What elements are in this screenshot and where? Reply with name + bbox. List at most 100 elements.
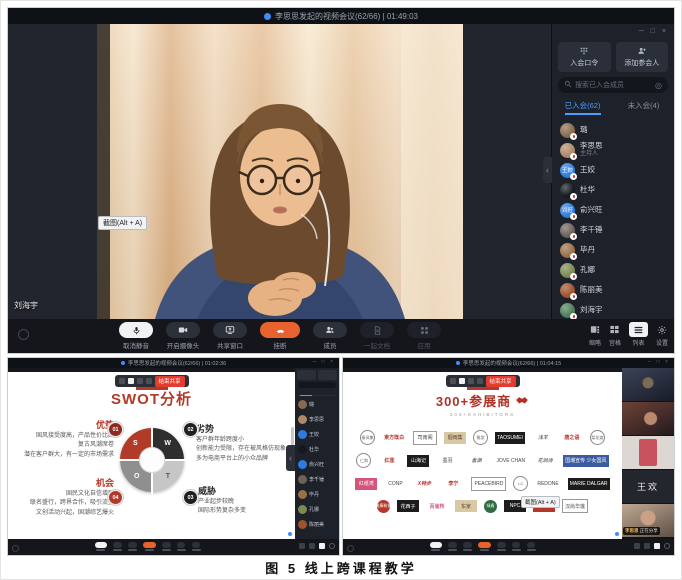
toolbar-label [512,549,521,551]
layout-list-button[interactable] [319,543,325,549]
video-thumbnail[interactable]: 王欢 [622,470,674,503]
participant-role: 主持人 [580,151,603,158]
participant-row[interactable]: 王姣 [295,427,339,442]
mini-toolbar [343,539,674,555]
participant-row[interactable]: 璐 [560,120,674,140]
video-thumbnail[interactable] [622,402,674,435]
muted-mic-icon [570,253,577,260]
layout-grid-button[interactable] [309,543,315,549]
layout-grid-button[interactable]: 宫格 [609,322,621,347]
maximize-icon[interactable]: □ [651,26,655,39]
participant-row[interactable]: 李千锤 [560,220,674,240]
video-thumbnail[interactable]: 李思思 正在分享 [622,504,674,537]
participant-avatar [560,183,575,198]
members-button[interactable] [497,542,506,551]
close-icon[interactable]: × [662,26,666,39]
mic-button-icon [430,542,442,548]
participant-row[interactable]: 刘海宇 [560,300,674,319]
participant-row[interactable]: 孔娜 [560,260,674,280]
more-icon[interactable] [476,378,482,384]
more-icon[interactable] [145,378,151,384]
search-members-input[interactable]: 搜索已入会成员 ◎ [558,77,668,93]
participant-info: 璐 [580,126,588,135]
members-button[interactable] [162,542,171,551]
swot-section-threats: 威胁产业起步较晚国际形势复杂多变 [198,484,290,517]
add-member-button[interactable] [318,370,337,380]
layout-list-button[interactable] [654,543,660,549]
layout-grid-button[interactable] [644,543,650,549]
swot-section-opportunities: 机会国民文化自信增强联名盛行，跨界合作，吸引流量文创活动兴起，国潮综艺爆火 [12,476,114,518]
participant-row[interactable]: 杜华 [295,442,339,457]
participant-row[interactable]: 王姣王姣 [560,160,674,180]
share-button[interactable] [463,542,472,551]
apps-button[interactable]: 应用 [407,322,441,350]
add-member-label: 添加参会人 [624,58,659,68]
layout-buttons [299,543,335,549]
participant-row[interactable]: 李思思 [295,412,339,427]
doc-button[interactable]: 一起文档 [360,322,394,350]
mic-button[interactable]: 取消静音 [119,322,153,350]
video-thumbnail[interactable] [622,436,674,469]
end-share-button[interactable]: 结束共享 [154,376,184,387]
people-button[interactable]: 成员 [313,322,347,350]
settings-button[interactable] [664,543,670,549]
participant-row[interactable]: 李千锤 [295,472,339,487]
audio-share-icon[interactable] [467,378,473,384]
layout-list-button[interactable]: 列表 [629,322,648,347]
participant-row[interactable]: 陈丽美 [560,280,674,300]
participant-row[interactable]: 杜华 [560,180,674,200]
mic-button[interactable] [95,542,107,551]
meeting-passcode-button[interactable]: 入会口令 [558,42,611,72]
exhibitor-logo: 李宁 [442,478,464,490]
pause-share-icon[interactable] [127,378,133,384]
layout-thumb-button[interactable]: 缩略 [589,322,601,347]
doc-button[interactable] [177,542,186,551]
settings-button[interactable] [329,543,335,549]
layout-thumb-button[interactable] [634,543,640,549]
passcode-icon [579,46,589,56]
end-share-button[interactable]: 结束共享 [485,376,515,387]
tab-not-joined[interactable]: 未入会(4) [613,100,674,113]
participant-row[interactable]: 毕丹 [295,487,339,502]
panel-collapse-handle[interactable]: ‹ [286,445,295,471]
participant-row[interactable]: 俞兴旺 [295,457,339,472]
settings-button[interactable]: 设置 [656,322,668,347]
hangup-button[interactable]: 挂断 [260,322,300,350]
layout-buttons [634,543,670,549]
minimize-icon[interactable]: ─ [639,26,644,39]
participant-row[interactable]: 兴旺俞兴旺 [560,200,674,220]
camera-button[interactable]: 开启摄像头 [166,322,200,350]
filter-icon[interactable]: ◎ [655,81,662,90]
search-members-input[interactable] [298,382,336,388]
camera-button[interactable] [113,542,122,551]
add-member-button[interactable]: 添加参会人 [616,42,669,72]
hangup-button[interactable] [143,542,156,551]
tab-joined[interactable]: 已入会(62) [552,100,613,113]
participant-name: 陈丽美 [309,521,324,528]
doc-button[interactable] [512,542,521,551]
participant-row[interactable]: 李思思主持人 [560,140,674,160]
meeting-passcode-button[interactable] [297,370,316,380]
window-controls: ─ □ × [552,24,674,39]
apps-button[interactable] [192,542,201,551]
mic-button[interactable] [430,542,442,551]
share-button[interactable] [128,542,137,551]
participant-name: 王姣 [580,166,595,175]
exhibitor-logo: LC [513,476,528,491]
audio-share-icon[interactable] [136,378,142,384]
participant-row[interactable]: 陈丽美 [295,517,339,532]
layout-thumb-button[interactable] [299,543,305,549]
hangup-button[interactable] [478,542,491,551]
annotate-icon[interactable] [449,378,455,384]
annotate-icon[interactable] [118,378,124,384]
participant-row[interactable]: 毕丹 [560,240,674,260]
participant-name: 刘海宇 [580,306,603,315]
participant-row[interactable]: 璐 [295,397,339,412]
share-button[interactable]: 共享窗口 [213,322,247,350]
apps-button[interactable] [527,542,536,551]
panel-collapse-handle[interactable]: ‹ [543,157,552,183]
video-thumbnail[interactable] [622,368,674,401]
camera-button[interactable] [448,542,457,551]
participant-row[interactable]: 孔娜 [295,502,339,517]
pause-share-icon[interactable] [458,378,464,384]
